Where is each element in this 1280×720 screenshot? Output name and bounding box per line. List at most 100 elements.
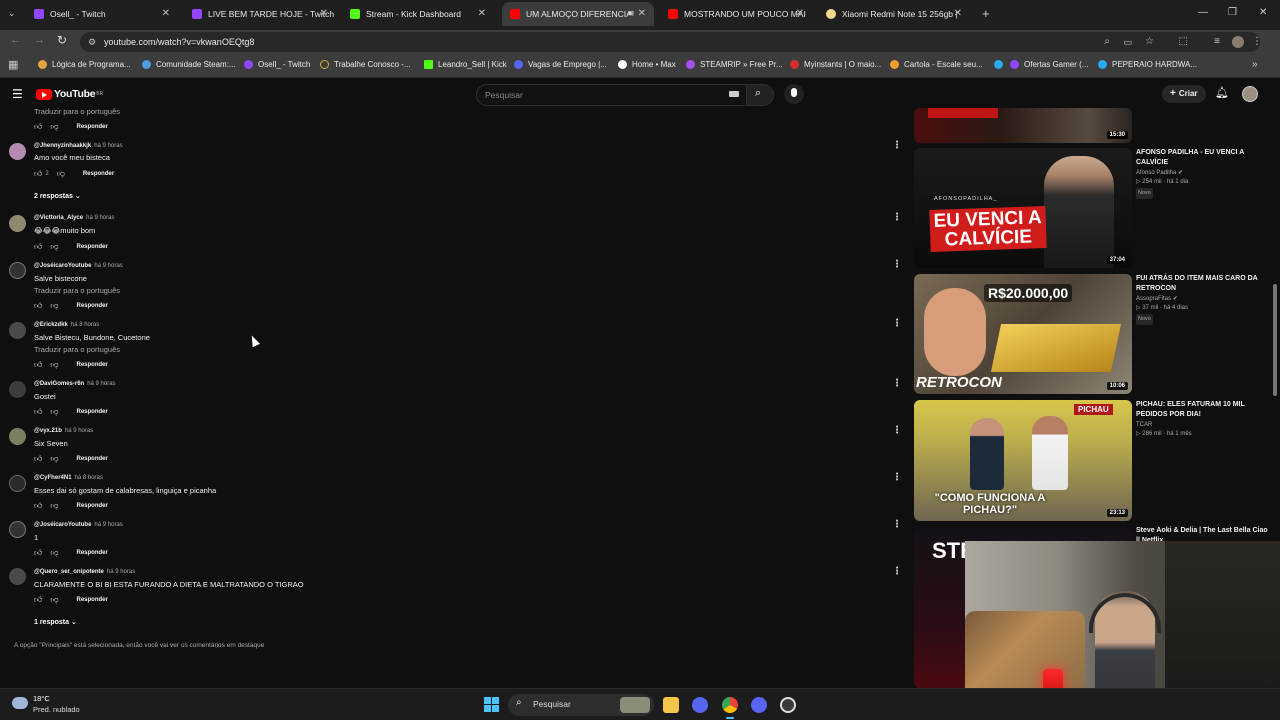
comment-author[interactable]: @Quero_ser_onipotente há 9 horas — [34, 569, 135, 575]
comment-time[interactable]: há 9 horas — [86, 215, 114, 221]
chrome-icon[interactable] — [722, 697, 738, 713]
more-options-icon[interactable]: ⋮ — [892, 519, 902, 530]
menu-icon[interactable]: ⋮ — [1252, 32, 1262, 52]
like-icon[interactable]: 👍︎ — [34, 407, 42, 417]
extensions-icon[interactable]: ⬚ — [1179, 32, 1188, 52]
create-button[interactable]: + Criar — [1162, 85, 1206, 103]
video-thumbnail[interactable]: AFONSOPADILHA_ EU VENCI A CALVÍCIE 37:04 — [914, 148, 1132, 268]
address-bar[interactable]: ⚙ youtube.com/watch?v=vkwanOEQtg8 ⌕ ▭ ☆ … — [80, 32, 1262, 52]
avatar[interactable] — [9, 568, 26, 585]
avatar[interactable] — [9, 322, 26, 339]
reply-button[interactable]: Responder — [77, 303, 108, 309]
like-icon[interactable]: 👍︎ — [34, 360, 42, 370]
show-replies-button[interactable]: 1 resposta ⌄ — [34, 618, 77, 626]
bookmark-item[interactable]: Home • Max — [618, 60, 676, 69]
video-title[interactable]: AFONSO PADILHA - EU VENCI A CALVÍCIE — [1136, 148, 1268, 167]
cast-icon[interactable]: ▭ — [1123, 32, 1132, 52]
reply-button[interactable]: Responder — [77, 597, 108, 603]
dislike-icon[interactable]: 👎︎ — [57, 169, 65, 179]
reply-button[interactable]: Responder — [77, 362, 108, 368]
more-options-icon[interactable]: ⋮ — [892, 212, 902, 223]
bookmark-item[interactable] — [994, 60, 1008, 69]
translate-link[interactable]: Traduzir para o português — [34, 286, 120, 295]
discord-2-icon[interactable] — [751, 697, 767, 713]
bookmark-item[interactable]: Lógica de Programa... — [38, 60, 131, 69]
video-thumbnail[interactable]: R$20.000,00 RETROCON 10:06 — [914, 274, 1132, 394]
comment-time[interactable]: há 8 horas — [71, 322, 99, 328]
more-bookmarks-icon[interactable]: » — [1252, 59, 1258, 70]
like-icon[interactable]: 👍︎ — [34, 301, 42, 311]
bookmark-item[interactable]: Vagas de Emprego |... — [514, 60, 607, 69]
comment-author[interactable]: @CyFher4N1 há 8 horas — [34, 475, 103, 481]
discord-icon[interactable] — [692, 697, 708, 713]
zoom-icon[interactable]: ⌕ — [1104, 32, 1110, 52]
like-icon[interactable]: 👍︎ — [34, 501, 42, 511]
close-icon[interactable]: ✕ — [478, 8, 486, 19]
start-button[interactable] — [484, 697, 500, 713]
comment-time[interactable]: há 9 horas — [94, 143, 122, 149]
like-icon[interactable]: 👍︎ — [34, 548, 42, 558]
comment-author[interactable]: @JoséicaroYoutube há 9 horas — [34, 263, 123, 269]
tab-3[interactable]: UM ALMOÇO DIFERENCIAD 🔊︎ ✕ — [502, 2, 654, 26]
comment-time[interactable]: há 8 horas — [75, 475, 103, 481]
bookmark-item[interactable]: Osell_ - Twitch — [244, 60, 310, 69]
media-icon[interactable]: ≡ — [1214, 32, 1220, 52]
comment-time[interactable]: há 9 horas — [94, 263, 122, 269]
reload-button[interactable]: ↻ — [57, 33, 67, 47]
avatar[interactable] — [9, 143, 26, 160]
tab-5[interactable]: Xiaomi Redmi Note 15 256gb | ✕ — [818, 2, 970, 26]
bookmark-item[interactable]: STEAMRIP » Free Pr... — [686, 60, 783, 69]
tab-0[interactable]: Osell_ - Twitch ✕ — [26, 2, 178, 26]
comment-author[interactable]: @Victtoria_Alyce há 9 horas — [34, 215, 114, 221]
search-input[interactable]: Pesquisar — [476, 84, 748, 106]
comment-time[interactable]: há 9 horas — [65, 428, 93, 434]
dislike-icon[interactable]: 👎︎ — [50, 242, 58, 252]
like-icon[interactable]: 👍︎ — [34, 595, 42, 605]
dislike-icon[interactable]: 👎︎ — [50, 301, 58, 311]
dislike-icon[interactable]: 👎︎ — [50, 407, 58, 417]
like-icon[interactable]: 👍︎ — [34, 454, 42, 464]
tab-search-icon[interactable]: ⌄ — [8, 8, 20, 20]
reply-button[interactable]: Responder — [83, 171, 114, 177]
comment-author[interactable]: @DaviGomes-r6n há 9 horas — [34, 381, 116, 387]
dislike-icon[interactable]: 👎︎ — [50, 454, 58, 464]
avatar[interactable] — [9, 475, 26, 492]
profile-avatar[interactable] — [1232, 36, 1244, 48]
avatar[interactable] — [9, 428, 26, 445]
reply-button[interactable]: Responder — [77, 124, 108, 130]
avatar[interactable] — [9, 521, 26, 538]
avatar[interactable] — [9, 262, 26, 279]
dislike-icon[interactable]: 👎︎ — [50, 122, 58, 132]
bookmark-item[interactable]: PEPERAIO HARDWA... — [1098, 60, 1197, 69]
translate-link[interactable]: Traduzir para o português — [34, 107, 120, 116]
audio-icon[interactable]: 🔊︎ — [628, 8, 634, 19]
bookmark-item[interactable]: Cartola - Escale seu... — [890, 60, 983, 69]
translate-link[interactable]: Traduzir para o português — [34, 345, 120, 354]
obs-icon[interactable] — [780, 697, 796, 713]
tab-1[interactable]: LIVE BEM TARDE HOJE - Twitch ✕ — [184, 2, 336, 26]
apps-icon[interactable]: ▦ — [8, 58, 18, 71]
show-replies-button[interactable]: 2 respostas ⌄ — [34, 192, 81, 200]
comment-author[interactable]: @Erickzdkk há 8 horas — [34, 322, 99, 328]
bookmark-item[interactable]: Leandro_Sell | Kick — [424, 60, 507, 69]
channel-name[interactable]: Afonso Padilha ✔ — [1136, 169, 1183, 178]
like-icon[interactable]: 👍︎ — [34, 122, 42, 132]
comment-author[interactable]: @vyx.21b há 9 horas — [34, 428, 93, 434]
account-avatar[interactable] — [1242, 86, 1258, 102]
close-icon[interactable]: ✕ — [954, 8, 962, 19]
reply-button[interactable]: Responder — [77, 503, 108, 509]
dislike-icon[interactable]: 👎︎ — [50, 595, 58, 605]
tab-2[interactable]: Stream - Kick Dashboard ✕ — [342, 2, 494, 26]
new-tab-button[interactable]: + — [982, 6, 990, 21]
avatar[interactable] — [9, 215, 26, 232]
dislike-icon[interactable]: 👎︎ — [50, 360, 58, 370]
comment-time[interactable]: há 9 horas — [87, 381, 115, 387]
bookmark-item[interactable]: Comunidade Steam:... — [142, 60, 236, 69]
restore-button[interactable]: ❐ — [1228, 7, 1237, 18]
bookmark-item[interactable]: Ofertas Gamer (... — [1010, 60, 1088, 69]
reply-button[interactable]: Responder — [77, 244, 108, 250]
voice-search-button[interactable] — [784, 84, 804, 104]
keyboard-icon[interactable] — [729, 91, 739, 97]
channel-name[interactable]: AssopraFitas ✔ — [1136, 295, 1178, 304]
video-title[interactable]: PICHAU: ELES FATURAM 10 MIL PEDIDOS POR … — [1136, 400, 1268, 419]
